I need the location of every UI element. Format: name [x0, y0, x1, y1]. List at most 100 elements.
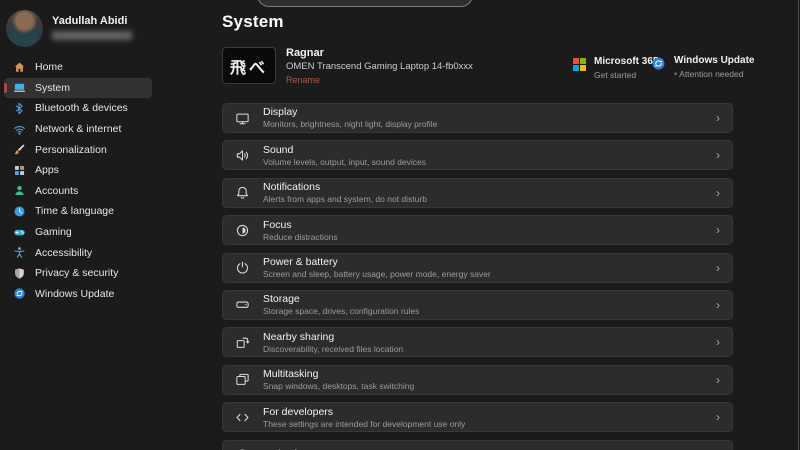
row-title: Display [263, 106, 716, 118]
row-title: Nearby sharing [263, 331, 716, 343]
chevron-right-icon: › [716, 224, 720, 236]
row-subtitle: Volume levels, output, input, sound devi… [263, 157, 716, 167]
sidebar-item-label: Bluetooth & devices [35, 102, 128, 114]
microsoft-365-text: Microsoft 365 Get started [594, 56, 658, 80]
avatar[interactable] [6, 10, 43, 47]
sidebar: Yadullah Abidi Home System Bluetooth & dev… [0, 0, 210, 450]
chevron-right-icon: › [716, 299, 720, 311]
row-title: For developers [263, 406, 716, 418]
display-icon [235, 111, 250, 126]
settings-row-for-developers[interactable]: For developersThese settings are intende… [222, 402, 733, 432]
row-subtitle: Alerts from apps and system, do not dist… [263, 194, 716, 204]
chevron-right-icon: › [716, 336, 720, 348]
sidebar-item-windows-update[interactable]: Windows Update [4, 284, 152, 305]
settings-row-display[interactable]: DisplayMonitors, brightness, night light… [222, 103, 733, 133]
nearby-sharing-icon [235, 335, 250, 350]
sidebar-item-apps[interactable]: Apps [4, 160, 152, 181]
microsoft-365-subtitle: Get started [594, 70, 658, 80]
sidebar-item-privacy-and-security[interactable]: Privacy & security [4, 263, 152, 284]
sidebar-item-accessibility[interactable]: Accessibility [4, 242, 152, 263]
row-title: Storage [263, 293, 716, 305]
settings-row-power-and-battery[interactable]: Power & batteryScreen and sleep, battery… [222, 253, 733, 283]
row-title: Multitasking [263, 368, 716, 380]
sidebar-item-bluetooth-and-devices[interactable]: Bluetooth & devices [4, 98, 152, 119]
sidebar-item-label: Accessibility [35, 247, 92, 259]
time-language-icon [13, 205, 26, 218]
sidebar-item-label: Privacy & security [35, 267, 118, 279]
sidebar-item-label: Apps [35, 164, 59, 176]
home-icon [13, 61, 26, 74]
row-title: Focus [263, 219, 716, 231]
sidebar-nav: Home System Bluetooth & devices Network & i… [4, 57, 164, 304]
row-subtitle: Storage space, drives, configuration rul… [263, 306, 716, 316]
settings-row-notifications[interactable]: NotificationsAlerts from apps and system… [222, 178, 733, 208]
accessibility-icon [13, 246, 26, 259]
row-title: Notifications [263, 181, 716, 193]
row-title: Sound [263, 144, 716, 156]
microsoft-365-title: Microsoft 365 [594, 56, 658, 67]
chevron-right-icon: › [716, 112, 720, 124]
settings-row-activation[interactable]: Activation› [222, 440, 733, 450]
settings-row-sound[interactable]: SoundVolume levels, output, input, sound… [222, 140, 733, 170]
settings-row-storage[interactable]: StorageStorage space, drives, configurat… [222, 290, 733, 320]
sidebar-item-gaming[interactable]: Gaming [4, 222, 152, 243]
privacy-icon [13, 267, 26, 280]
row-subtitle: Screen and sleep, battery usage, power m… [263, 269, 716, 279]
row-subtitle: Discoverability, received files location [263, 344, 716, 354]
windows-update-subtitle: •Attention needed [674, 69, 754, 79]
storage-icon [235, 297, 250, 312]
row-text: DisplayMonitors, brightness, night light… [263, 106, 716, 129]
windows-update-text: Windows Update •Attention needed [674, 55, 754, 79]
sidebar-item-label: Accounts [35, 185, 78, 197]
developers-icon [235, 410, 250, 425]
search-input[interactable] [257, 0, 473, 7]
row-text: Power & batteryScreen and sleep, battery… [263, 256, 716, 279]
row-text: StorageStorage space, drives, configurat… [263, 293, 716, 316]
row-subtitle: Reduce distractions [263, 232, 716, 242]
user-email-redacted [52, 31, 132, 40]
microsoft-365-card[interactable]: Microsoft 365 Get started [573, 56, 658, 80]
gaming-icon [13, 226, 26, 239]
network-icon [13, 123, 26, 136]
chevron-right-icon: › [716, 187, 720, 199]
sidebar-item-personalization[interactable]: Personalization [4, 139, 152, 160]
settings-row-focus[interactable]: FocusReduce distractions› [222, 215, 733, 245]
chevron-right-icon: › [716, 149, 720, 161]
row-subtitle: Snap windows, desktops, task switching [263, 381, 716, 391]
row-subtitle: These settings are intended for developm… [263, 419, 716, 429]
personalization-icon [13, 143, 26, 156]
multitasking-icon [235, 372, 250, 387]
attention-dot: • [674, 69, 677, 79]
window-right-border [798, 0, 799, 450]
row-text: SoundVolume levels, output, input, sound… [263, 144, 716, 167]
sidebar-item-network-and-internet[interactable]: Network & internet [4, 119, 152, 140]
chevron-right-icon: › [716, 374, 720, 386]
windows-update-icon [13, 287, 26, 300]
system-icon [13, 81, 26, 94]
sidebar-item-label: Home [35, 61, 63, 73]
sidebar-item-label: System [35, 82, 70, 94]
device-name: Ragnar [286, 47, 473, 59]
settings-row-nearby-sharing[interactable]: Nearby sharingDiscoverability, received … [222, 327, 733, 357]
sidebar-item-system[interactable]: System [4, 78, 152, 99]
accounts-icon [13, 184, 26, 197]
notifications-icon [235, 185, 250, 200]
settings-row-multitasking[interactable]: MultitaskingSnap windows, desktops, task… [222, 365, 733, 395]
row-title: Power & battery [263, 256, 716, 268]
sound-icon [235, 148, 250, 163]
profile-text: Yadullah Abidi [52, 10, 132, 47]
windows-update-card[interactable]: Windows Update •Attention needed [651, 55, 754, 79]
sidebar-item-time-and-language[interactable]: Time & language [4, 201, 152, 222]
apps-icon [13, 164, 26, 177]
rename-link[interactable]: Rename [286, 75, 473, 85]
sidebar-item-home[interactable]: Home [4, 57, 152, 78]
windows-update-title: Windows Update [674, 55, 754, 66]
device-info: Ragnar OMEN Transcend Gaming Laptop 14-f… [286, 47, 473, 85]
settings-rows: DisplayMonitors, brightness, night light… [222, 103, 733, 450]
sidebar-item-accounts[interactable]: Accounts [4, 181, 152, 202]
focus-icon [235, 223, 250, 238]
sidebar-item-label: Windows Update [35, 288, 114, 300]
windows-update-icon [651, 56, 666, 71]
row-text: For developersThese settings are intende… [263, 406, 716, 429]
user-profile[interactable]: Yadullah Abidi [6, 10, 132, 47]
